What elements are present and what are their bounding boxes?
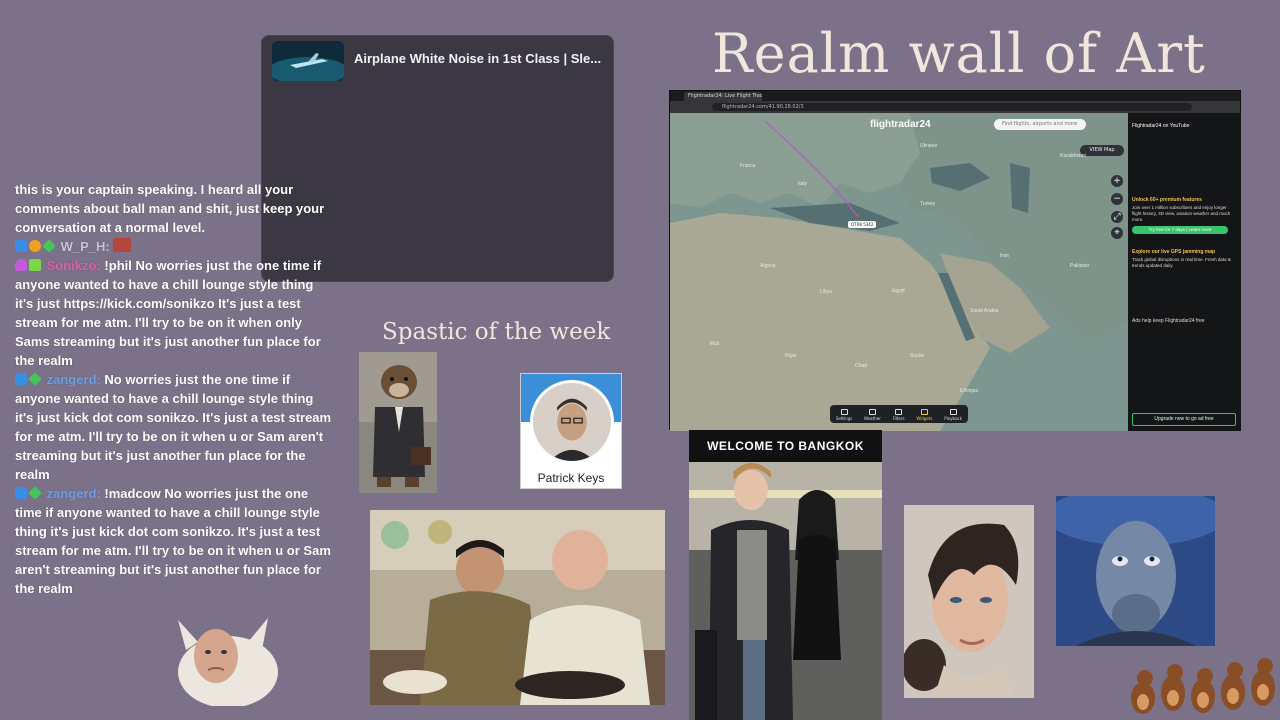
vip-badge-icon: [42, 239, 56, 253]
map-label: Mali: [710, 341, 720, 347]
play-icon: [949, 409, 957, 415]
locate-button[interactable]: ⌖: [1111, 227, 1123, 239]
gear-icon: [840, 409, 848, 415]
vip-badge-icon: [28, 372, 42, 386]
chat-message: zangerd: No worries just the one time if…: [15, 370, 333, 484]
vip-badge-icon: [28, 486, 42, 500]
map-label: Niger: [785, 353, 797, 359]
blue-face-photo: [1056, 496, 1215, 646]
profile-card: Patrick Keys: [520, 373, 622, 489]
chat-message: this is your captain speaking. I heard a…: [15, 180, 333, 237]
url-field[interactable]: flightradar24.com/41.90,28.02/3: [712, 103, 1192, 111]
cloud-icon: [868, 409, 876, 415]
widgets-icon: [920, 409, 928, 415]
flight-map[interactable]: flightradar24 Find flights, airports and…: [670, 113, 1128, 431]
portrait-photo: [904, 505, 1034, 698]
flight-tag[interactable]: QTR8 5342: [848, 221, 877, 228]
gps-promo: Explore our live GPS jamming map Track g…: [1132, 249, 1236, 269]
chat-message: W_P_H:: [15, 237, 333, 256]
gps-heading[interactable]: Explore our live GPS jamming map: [1132, 249, 1236, 255]
chat-text: !madcow No worries just the one time if …: [15, 486, 331, 596]
filters-tool[interactable]: Filters: [893, 409, 905, 421]
zoom-in-button[interactable]: +: [1111, 175, 1123, 187]
map-search-input[interactable]: Find flights, airports and more: [994, 119, 1086, 130]
browser-tabbar: Flightradar24: Live Flight Tracker: [670, 91, 1240, 101]
chat-username: zangerd:: [46, 486, 101, 501]
squirrels-picture: [1125, 648, 1280, 720]
map-label: Iran: [1000, 253, 1009, 259]
airplane-icon: [272, 41, 344, 81]
playback-tool[interactable]: Playback: [944, 409, 962, 421]
verified-badge-icon: [15, 240, 27, 252]
map-label: Ethiopia: [960, 388, 979, 394]
chat-username: W_P_H:: [60, 239, 110, 254]
bangkok-banner: WELCOME TO BANGKOK: [689, 430, 882, 462]
browser-tab[interactable]: Flightradar24: Live Flight Tracker: [684, 92, 762, 101]
view-map-button[interactable]: VIEW Map: [1080, 145, 1124, 156]
map-label: Sudan: [910, 353, 925, 359]
chat-message: zangerd: !madcow No worries just the one…: [15, 484, 333, 598]
premium-promo: Unlock 60+ premium features Join over 1 …: [1132, 197, 1236, 234]
chat-text: this is your captain speaking. I heard a…: [15, 182, 325, 235]
otter-picture: [359, 352, 437, 493]
verified-badge-icon: [15, 373, 27, 385]
cat-meme-picture: [168, 612, 280, 706]
widgets-tool[interactable]: Widgets: [916, 409, 932, 421]
map-label: Algeria: [760, 263, 776, 269]
map-toolbar: Settings Weather Filters Widgets Playbac…: [830, 405, 968, 423]
avatar: [530, 380, 614, 464]
zoom-out-button[interactable]: −: [1111, 193, 1123, 205]
premium-heading: Unlock 60+ premium features: [1132, 197, 1202, 203]
chat-text: !phil No worries just the one time if an…: [15, 258, 322, 368]
chat-overlay: this is your captain speaking. I heard a…: [15, 180, 333, 598]
flightradar-screenshot: Flightradar24: Live Flight Tracker fligh…: [669, 90, 1241, 431]
map-label: Saudi Arabia: [970, 308, 999, 314]
wall-title: Realm wall of Art: [712, 22, 1206, 85]
map-label: France: [740, 163, 756, 169]
gift-badge-icon: [29, 259, 41, 271]
flightradar-logo[interactable]: flightradar24: [870, 119, 931, 130]
chat-message: Sonikzo: !phil No worries just the one t…: [15, 256, 333, 370]
now-playing-title: Airplane White Noise in 1st Class | Sle.…: [354, 51, 602, 66]
spastic-title: Spastic of the week: [382, 319, 611, 345]
map-label: Pakistan: [1070, 263, 1090, 269]
chat-username: Sonikzo:: [46, 258, 101, 273]
profile-name: Patrick Keys: [537, 471, 605, 485]
weather-tool[interactable]: Weather: [864, 409, 881, 421]
settings-tool[interactable]: Settings: [836, 409, 852, 421]
map-label: Chad: [855, 363, 867, 369]
map-label: Libya: [820, 289, 832, 295]
bangkok-photo: WELCOME TO BANGKOK: [689, 430, 882, 720]
free-trial-button[interactable]: Try free for 7 days | Learn more: [1132, 226, 1228, 234]
mic-badge-icon: [15, 259, 27, 271]
map-label: Ukraine: [920, 143, 938, 149]
map-graphic: [670, 113, 1128, 431]
premium-body: Join over 1 million subscribers and enjo…: [1132, 205, 1231, 222]
emote-icon: [113, 238, 132, 252]
flightradar-side-panel: Flightradar24 on YouTube Unlock 60+ prem…: [1128, 113, 1241, 431]
upgrade-button[interactable]: Upgrade now to go ad free: [1132, 413, 1236, 426]
map-label: Turkey: [920, 201, 936, 207]
browser-urlbar: flightradar24.com/41.90,28.02/3: [670, 101, 1240, 113]
chat-text: No worries just the one time if anyone w…: [15, 372, 332, 482]
fullscreen-button[interactable]: ⤢: [1111, 211, 1123, 223]
gps-body: Track global disruptions in real time. F…: [1132, 257, 1231, 268]
chat-username: zangerd:: [46, 372, 101, 387]
map-label: Italy: [798, 181, 808, 187]
sub-badge-icon: [29, 240, 41, 252]
map-label: Kazakhstan: [1060, 153, 1087, 159]
restaurant-photo: [370, 510, 665, 705]
youtube-promo[interactable]: Flightradar24 on YouTube: [1132, 123, 1189, 129]
map-label: Egypt: [892, 288, 905, 294]
filter-icon: [895, 409, 903, 415]
verified-badge-icon: [15, 487, 27, 499]
now-playing-thumbnail: [272, 41, 344, 81]
ads-notice: Ads help keep Flightradar24 free: [1132, 318, 1205, 324]
